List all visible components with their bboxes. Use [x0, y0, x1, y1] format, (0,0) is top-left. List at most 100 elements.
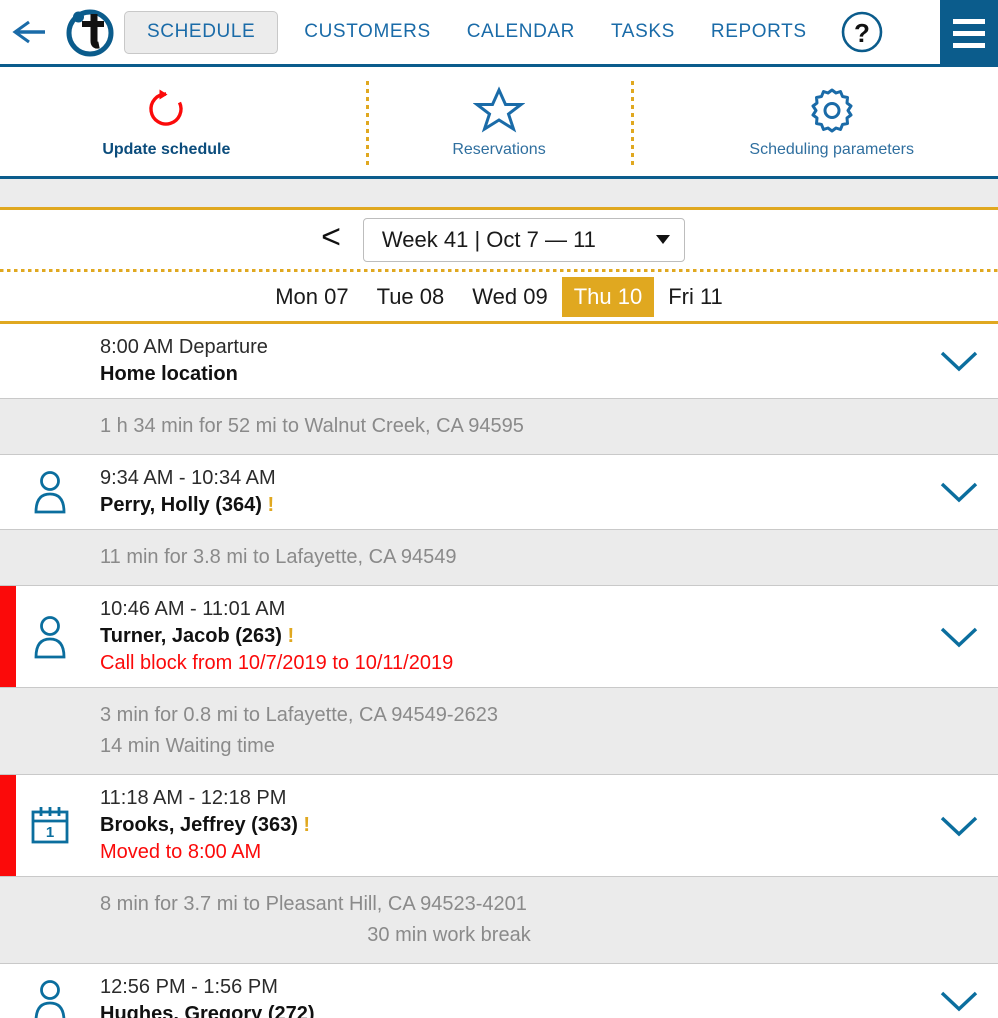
day-tab-tue[interactable]: Tue 08 [363, 278, 459, 316]
nav-tab-reports[interactable]: REPORTS [693, 12, 825, 52]
expand-row-button[interactable] [920, 623, 998, 651]
travel-row: 1 h 34 min for 52 mi to Walnut Creek, CA… [0, 399, 998, 455]
toolbar-item-reservations[interactable]: Reservations [333, 67, 666, 176]
travel-row-body: 3 min for 0.8 mi to Lafayette, CA 94549-… [0, 700, 998, 762]
travel-detail-text: 14 min Waiting time [100, 735, 275, 757]
expand-row-button[interactable] [920, 812, 998, 840]
svg-text:?: ? [854, 18, 870, 48]
chevron-down-icon [940, 991, 978, 1012]
hamburger-bar-1 [953, 19, 985, 24]
chevron-down-icon [655, 235, 670, 244]
appointment-row-body: 11:18 AM - 12:18 PM Brooks, Jeffrey (363)… [100, 785, 920, 866]
back-arrow-icon [12, 20, 45, 44]
appointment-title-text: Perry, Holly (364) [100, 494, 262, 516]
appointment-title: Home location [100, 361, 900, 388]
nav-tab-schedule[interactable]: SCHEDULE [124, 10, 279, 54]
nav-tab-calendar[interactable]: CALENDAR [449, 12, 593, 52]
appointment-time: 10:46 AM - 11:01 AM [100, 598, 286, 620]
appointment-row[interactable]: 9:34 AM - 10:34 AM Perry, Holly (364) ! [0, 455, 998, 530]
travel-row: 8 min for 3.7 mi to Pleasant Hill, CA 94… [0, 877, 998, 964]
person-icon [34, 471, 66, 514]
toolbar-divider-2 [631, 81, 634, 165]
travel-detail-text: 11 min for 3.8 mi to Lafayette, CA 94549 [100, 546, 457, 568]
alert-indicator-bar [0, 586, 16, 687]
appointment-row-body: 8:00 AM Departure Home location [100, 334, 920, 388]
appointment-title: Brooks, Jeffrey (363) ! [100, 812, 900, 839]
hamburger-menu-button[interactable] [940, 0, 998, 67]
appointment-title-text: Brooks, Jeffrey (363) [100, 814, 298, 836]
day-tab-bar: Mon 07 Tue 08 Wed 09 Thu 10 Fri 11 [0, 272, 998, 324]
travel-row-body: 11 min for 3.8 mi to Lafayette, CA 94549 [0, 542, 998, 573]
toolbar-label-reservations: Reservations [452, 140, 546, 158]
warning-exclamation-icon: ! [261, 494, 275, 516]
week-dropdown-value: Week 41 | Oct 7 — 11 [381, 226, 596, 252]
appointment-row[interactable]: 8:00 AM Departure Home location [0, 324, 998, 399]
toolbar-spacer-band [0, 179, 998, 210]
back-button[interactable] [0, 17, 62, 47]
day-tab-wed[interactable]: Wed 09 [458, 278, 561, 316]
appointment-title-text: Turner, Jacob (263) [100, 625, 282, 647]
nav-tab-customers[interactable]: CUSTOMERS [286, 12, 448, 52]
appointment-title-text: Home location [100, 363, 238, 385]
week-selector-bar: < Week 41 | Oct 7 — 11 [0, 210, 998, 269]
chevron-down-icon [940, 482, 978, 503]
previous-week-button[interactable]: < [313, 220, 349, 260]
appointment-row-body: 12:56 PM - 1:56 PM Hughes, Gregory (272) [100, 974, 920, 1018]
appointment-title: Hughes, Gregory (272) [100, 1001, 900, 1018]
calendar-icon: 1 [31, 806, 69, 843]
travel-detail-text: 1 h 34 min for 52 mi to Walnut Creek, CA… [100, 415, 524, 437]
expand-row-button[interactable] [920, 478, 998, 506]
day-tab-thu[interactable]: Thu 10 [561, 276, 655, 317]
work-break-text: 30 min work break [367, 924, 531, 946]
travel-detail-text: 8 min for 3.7 mi to Pleasant Hill, CA 94… [100, 893, 527, 915]
appointment-row[interactable]: 1 11:18 AM - 12:18 PM Brooks, Jeffrey (36… [0, 775, 998, 877]
travel-row: 11 min for 3.8 mi to Lafayette, CA 94549 [0, 530, 998, 586]
travel-row-body: 1 h 34 min for 52 mi to Walnut Creek, CA… [0, 411, 998, 442]
schedule-list: 8:00 AM Departure Home location 1 h 34 mi… [0, 324, 998, 1018]
toolbar-label-update-schedule: Update schedule [102, 140, 231, 158]
appointment-time: 9:34 AM - 10:34 AM [100, 467, 276, 489]
question-mark-icon: ? [841, 11, 882, 53]
action-toolbar: Update schedule Reservations Scheduling … [0, 67, 998, 179]
svg-text:1: 1 [46, 824, 54, 841]
appointment-row-body: 10:46 AM - 11:01 AM Turner, Jacob (263) !… [100, 596, 920, 677]
chevron-down-icon [940, 351, 978, 372]
appointment-row-body: 9:34 AM - 10:34 AM Perry, Holly (364) ! [100, 465, 920, 519]
expand-row-button[interactable] [920, 987, 998, 1015]
star-icon [473, 85, 525, 132]
hamburger-bar-2 [953, 31, 985, 36]
appointment-row[interactable]: 10:46 AM - 11:01 AM Turner, Jacob (263) !… [0, 586, 998, 688]
day-tab-mon[interactable]: Mon 07 [261, 278, 362, 316]
expand-row-button[interactable] [920, 347, 998, 375]
travel-row: 3 min for 0.8 mi to Lafayette, CA 94549-… [0, 688, 998, 775]
chevron-down-icon [940, 627, 978, 647]
toolbar-item-scheduling-parameters[interactable]: Scheduling parameters [665, 67, 998, 176]
app-logo[interactable] [62, 4, 118, 60]
toolbar-item-update-schedule[interactable]: Update schedule [0, 67, 333, 176]
hamburger-bar-3 [953, 43, 985, 48]
person-icon [34, 615, 66, 658]
warning-exclamation-icon: ! [281, 625, 295, 647]
appointment-alert-note: Call block from 10/7/2019 to 10/11/2019 [100, 652, 454, 674]
appointment-time: 8:00 AM Departure [100, 336, 268, 358]
chevron-down-icon [940, 816, 978, 836]
appointment-time: 12:56 PM - 1:56 PM [100, 976, 278, 998]
help-button[interactable]: ? [839, 9, 885, 55]
top-navigation-bar: SCHEDULE CUSTOMERS CALENDAR TASKS REPORT… [0, 0, 998, 67]
day-tab-fri[interactable]: Fri 11 [654, 278, 737, 316]
refresh-icon [149, 89, 184, 126]
alert-indicator-bar [0, 775, 16, 876]
week-dropdown[interactable]: Week 41 | Oct 7 — 11 [362, 217, 685, 262]
gear-icon [811, 88, 853, 132]
appointment-title-text: Hughes, Gregory (272) [100, 1003, 315, 1018]
appointment-title: Perry, Holly (364) ! [100, 492, 900, 519]
appointment-row-icon [0, 978, 100, 1018]
appointment-row-icon [0, 469, 100, 515]
warning-exclamation-icon: ! [297, 814, 311, 836]
travel-row-body: 8 min for 3.7 mi to Pleasant Hill, CA 94… [0, 889, 998, 951]
toolbar-label-scheduling-parameters: Scheduling parameters [749, 140, 914, 158]
appointment-row[interactable]: 12:56 PM - 1:56 PM Hughes, Gregory (272) [0, 964, 998, 1018]
nav-tab-tasks[interactable]: TASKS [593, 12, 693, 52]
appointment-title: Turner, Jacob (263) ! [100, 623, 900, 650]
appointment-time: 11:18 AM - 12:18 PM [100, 787, 287, 809]
